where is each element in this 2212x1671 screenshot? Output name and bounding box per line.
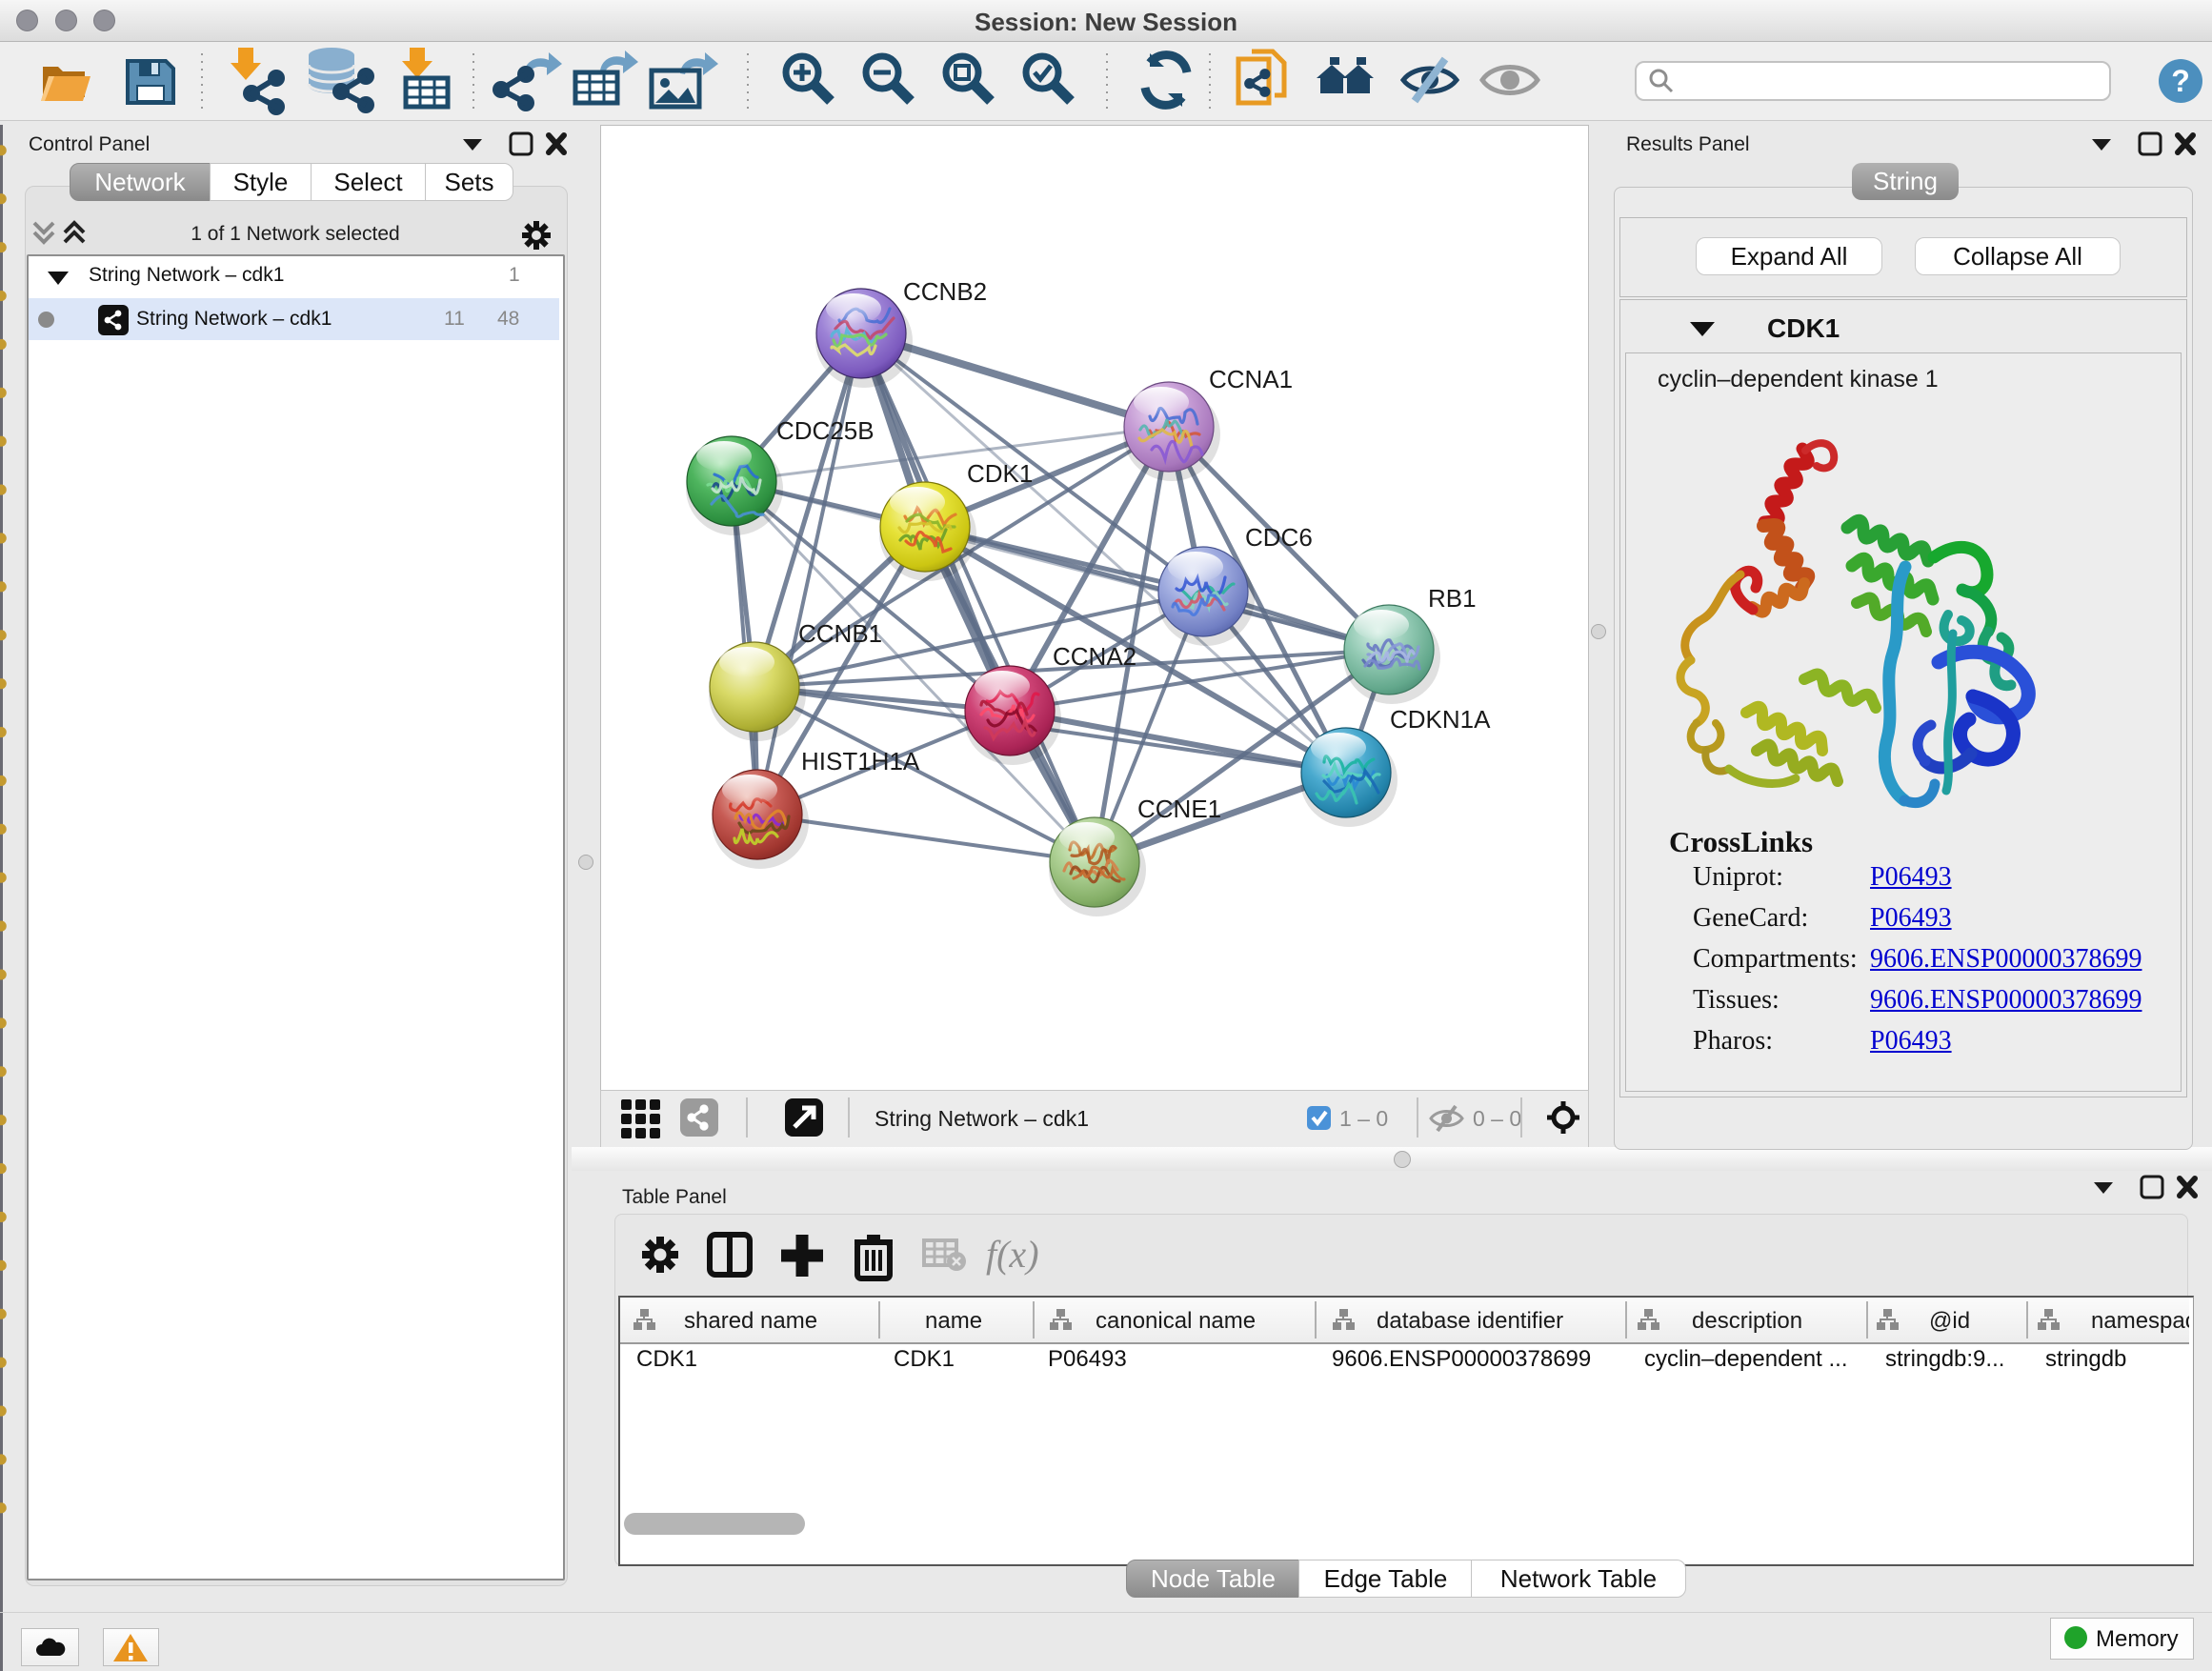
svg-text:CCNA1: CCNA1 [1209,365,1293,393]
svg-text:CCNE1: CCNE1 [1137,795,1221,823]
svg-text:canonical name: canonical name [1096,1308,1256,1334]
svg-text:CCNB1: CCNB1 [798,619,882,648]
svg-text:0 – 0: 0 – 0 [1473,1106,1521,1131]
svg-text:name: name [925,1308,982,1334]
svg-text:CDK1: CDK1 [967,459,1033,488]
svg-text:RB1: RB1 [1428,584,1477,613]
svg-text:namespac: namespac [2091,1308,2189,1334]
svg-text:CDKN1A: CDKN1A [1390,705,1491,734]
svg-text:String Network – cdk1: String Network – cdk1 [875,1106,1089,1131]
svg-text:1 – 0: 1 – 0 [1339,1106,1388,1131]
svg-text:f(x): f(x) [986,1233,1039,1276]
svg-text:@id: @id [1929,1308,1970,1334]
svg-text:CCNA2: CCNA2 [1053,642,1136,671]
svg-text:shared name: shared name [684,1308,817,1334]
svg-text:CCNB2: CCNB2 [903,277,987,306]
svg-text:HIST1H1A: HIST1H1A [801,747,920,775]
svg-text:database identifier: database identifier [1377,1308,1563,1334]
svg-text:description: description [1692,1308,1802,1334]
svg-text:CDC6: CDC6 [1245,523,1313,552]
svg-text:CDC25B: CDC25B [776,416,875,445]
